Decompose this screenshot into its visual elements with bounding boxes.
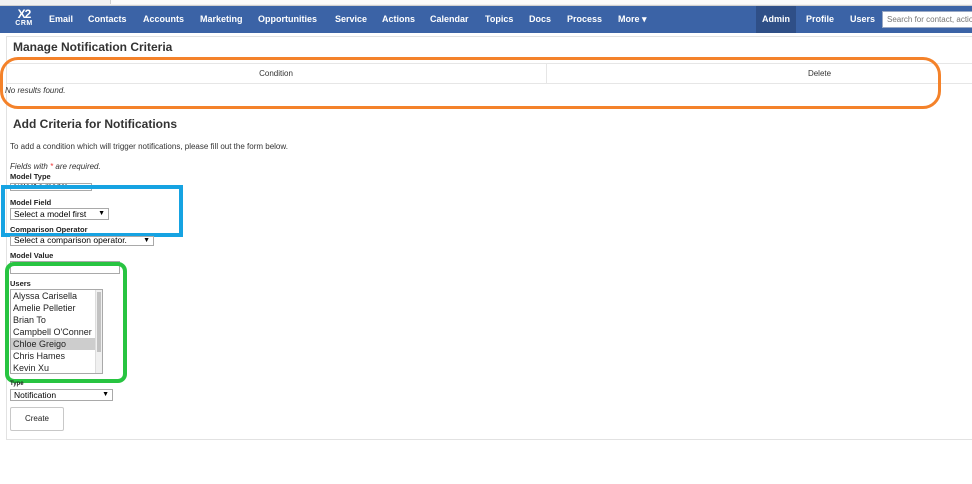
type-label: Type — [10, 381, 24, 387]
model-value-label: Model Value — [10, 251, 54, 260]
nav-email[interactable]: Email — [49, 6, 73, 33]
nav-calendar[interactable]: Calendar — [430, 6, 469, 33]
search-input[interactable] — [882, 11, 972, 28]
logo-text-bottom: CRM — [15, 20, 33, 27]
nav-users[interactable]: Users — [850, 6, 875, 33]
nav-service[interactable]: Service — [335, 6, 367, 33]
nav-marketing[interactable]: Marketing — [200, 6, 243, 33]
nav-more[interactable]: More ▾ — [618, 6, 647, 33]
comparison-operator-label: Comparison Operator — [10, 225, 88, 234]
green-highlight-box — [5, 262, 127, 383]
add-criteria-title: Add Criteria for Notifications — [13, 117, 178, 131]
nav-accounts[interactable]: Accounts — [143, 6, 184, 33]
create-button[interactable]: Create — [10, 407, 64, 431]
form-intro-text: To add a condition which will trigger no… — [10, 142, 288, 151]
browser-tab[interactable] — [110, 0, 972, 4]
comparison-operator-value: Select a comparison operator. — [14, 236, 127, 245]
nav-topics[interactable]: Topics — [485, 6, 513, 33]
required-note: Fields with * are required. — [10, 162, 101, 171]
nav-actions[interactable]: Actions — [382, 6, 415, 33]
chevron-down-icon: ▼ — [102, 391, 109, 398]
x2crm-logo[interactable]: X2 CRM — [10, 7, 38, 31]
nav-contacts[interactable]: Contacts — [88, 6, 127, 33]
required-note-suffix: are required. — [53, 162, 101, 171]
nav-docs[interactable]: Docs — [529, 6, 551, 33]
comparison-operator-select[interactable]: Select a comparison operator. ▼ — [10, 236, 154, 246]
type-select[interactable]: Notification ▼ — [10, 389, 113, 401]
required-note-prefix: Fields with — [10, 162, 51, 171]
type-value: Notification — [14, 390, 57, 400]
chevron-down-icon: ▼ — [143, 237, 150, 244]
nav-admin[interactable]: Admin — [756, 6, 796, 33]
manage-criteria-title: Manage Notification Criteria — [13, 40, 173, 54]
orange-highlight-outline — [0, 57, 941, 109]
nav-opportunities[interactable]: Opportunities — [258, 6, 317, 33]
nav-process[interactable]: Process — [567, 6, 602, 33]
top-navbar: X2 CRM Email Contacts Accounts Marketing… — [0, 6, 972, 33]
model-type-label: Model Type — [10, 172, 51, 181]
logo-text-top: X2 — [17, 7, 32, 21]
nav-profile[interactable]: Profile — [806, 6, 834, 33]
